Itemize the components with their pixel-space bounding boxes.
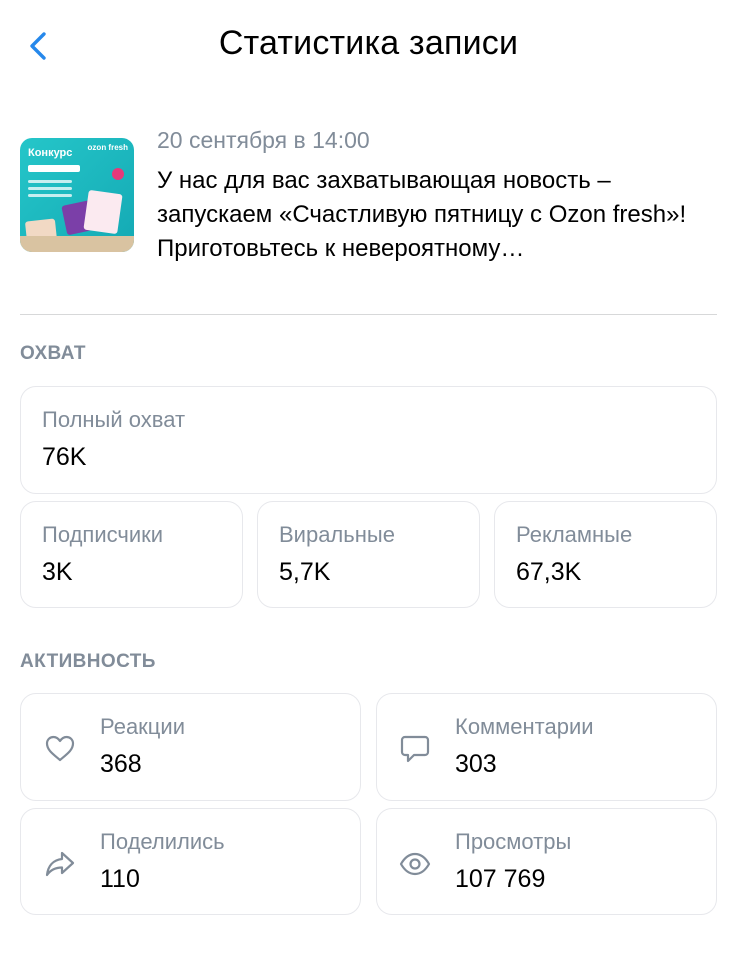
divider <box>20 314 717 315</box>
section-title-activity: АКТИВНОСТЬ <box>20 651 156 672</box>
activity-shares-card[interactable]: Поделились 110 <box>20 808 361 915</box>
reach-subscribers-value: 3K <box>42 558 73 586</box>
post-text: У нас для вас захватывающая новость – за… <box>157 167 687 262</box>
reach-total-label: Полный охват <box>42 407 186 432</box>
activity-reactions-card[interactable]: Реакции 368 <box>20 693 361 801</box>
post-preview[interactable]: Конкурс ozon fresh 20 сентября в 14:00 У… <box>20 122 717 282</box>
activity-reactions-value: 368 <box>100 750 142 778</box>
thumbnail-brand: ozon fresh <box>87 143 128 152</box>
activity-comments-label: Комментарии <box>455 714 594 739</box>
activity-reactions-label: Реакции <box>100 714 185 739</box>
activity-views-label: Просмотры <box>455 829 572 854</box>
reach-ads-label: Рекламные <box>516 522 633 547</box>
activity-shares-label: Поделились <box>100 829 225 854</box>
activity-shares-value: 110 <box>100 865 140 893</box>
heart-icon <box>45 735 75 762</box>
reach-viral-card[interactable]: Виральные 5,7K <box>257 501 480 608</box>
reach-viral-value: 5,7K <box>279 558 331 586</box>
thumbnail-product <box>83 189 123 235</box>
page-title: Статистика записи <box>218 24 519 62</box>
header: Статистика записи <box>0 0 737 96</box>
reach-total-card[interactable]: Полный охват 76K <box>20 386 717 494</box>
section-title-reach: ОХВАТ <box>20 343 86 364</box>
comment-icon <box>400 735 430 763</box>
reach-ads-value: 67,3K <box>516 558 582 586</box>
post-thumbnail[interactable]: Конкурс ozon fresh <box>20 138 134 252</box>
reach-total-value: 76K <box>42 443 87 471</box>
thumbnail-ribbon <box>28 165 80 172</box>
reach-subscribers-card[interactable]: Подписчики 3K <box>20 501 243 608</box>
thumbnail-title: Конкурс <box>28 147 73 159</box>
reach-subscribers-label: Подписчики <box>42 522 164 547</box>
reach-ads-card[interactable]: Рекламные 67,3K <box>494 501 717 608</box>
activity-views-value: 107 769 <box>455 865 546 893</box>
activity-comments-value: 303 <box>455 750 497 778</box>
eye-icon <box>399 852 431 876</box>
thumbnail-text-lines <box>28 180 72 201</box>
thumbnail-badge <box>112 168 124 180</box>
share-icon <box>45 851 75 877</box>
post-date: 20 сентября в 14:00 <box>157 127 370 153</box>
reach-viral-label: Виральные <box>279 522 395 547</box>
activity-comments-card[interactable]: Комментарии 303 <box>376 693 717 801</box>
thumbnail-tray <box>20 236 134 252</box>
activity-views-card[interactable]: Просмотры 107 769 <box>376 808 717 915</box>
